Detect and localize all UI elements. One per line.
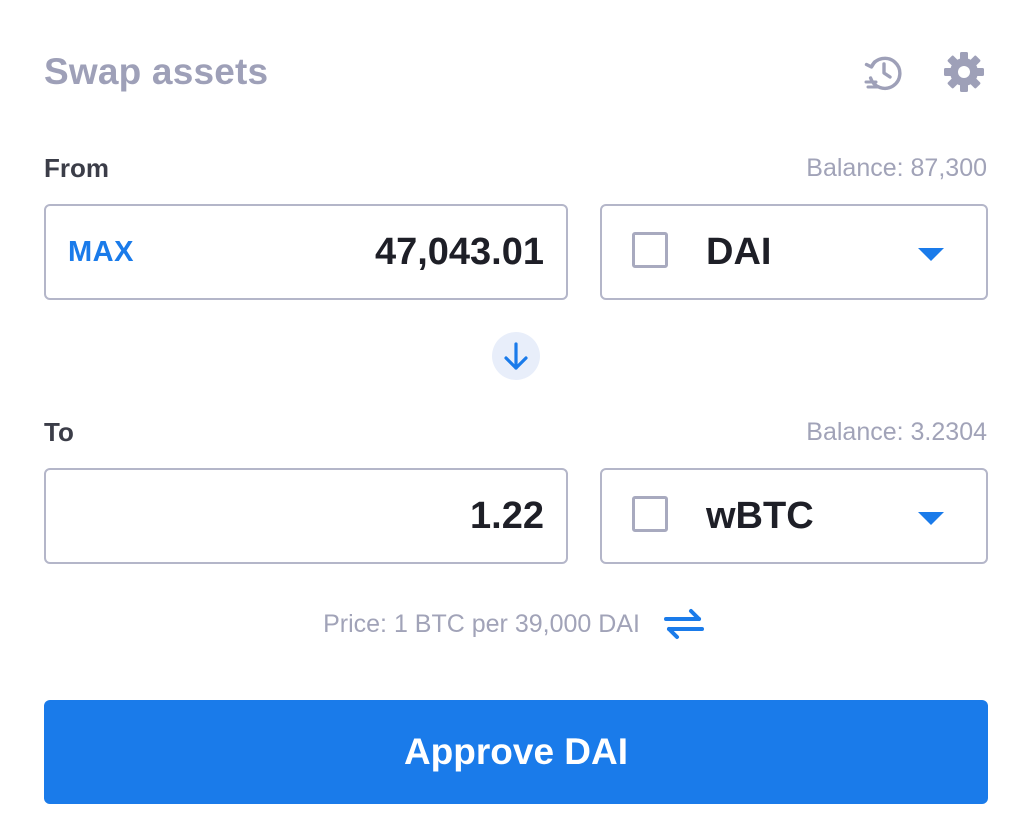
swap-direction-button[interactable] (492, 332, 540, 380)
to-balance: Balance: 3.2304 (806, 418, 987, 446)
token-placeholder-icon (632, 232, 668, 268)
caret-down-icon (918, 248, 944, 261)
swap-arrows-icon (663, 609, 704, 639)
caret-down-icon (918, 512, 944, 525)
from-token-symbol: DAI (706, 231, 772, 273)
max-button[interactable]: MAX (68, 206, 134, 298)
from-label: From (44, 153, 109, 183)
gear-icon (944, 52, 984, 92)
to-token-symbol: wBTC (706, 495, 814, 537)
from-amount-field[interactable]: MAX 47,043.01 (44, 204, 568, 300)
history-button[interactable] (862, 50, 906, 94)
arrow-down-icon (504, 342, 528, 370)
from-amount-value[interactable]: 47,043.01 (375, 206, 544, 298)
to-token-select[interactable]: wBTC (600, 468, 988, 564)
to-label: To (44, 417, 74, 447)
settings-button[interactable] (942, 50, 986, 94)
page-title: Swap assets (44, 51, 269, 92)
from-balance: Balance: 87,300 (806, 154, 987, 182)
approve-button[interactable]: Approve DAI (44, 700, 988, 804)
price-text: Price: 1 BTC per 39,000 DAI (323, 610, 640, 638)
price-row: Price: 1 BTC per 39,000 DAI (0, 604, 1029, 644)
invert-price-button[interactable] (662, 604, 706, 644)
from-token-select[interactable]: DAI (600, 204, 988, 300)
to-amount-value[interactable]: 1.22 (470, 470, 544, 562)
token-placeholder-icon (632, 496, 668, 532)
to-amount-field[interactable]: 1.22 (44, 468, 568, 564)
history-clock-icon (864, 56, 902, 91)
